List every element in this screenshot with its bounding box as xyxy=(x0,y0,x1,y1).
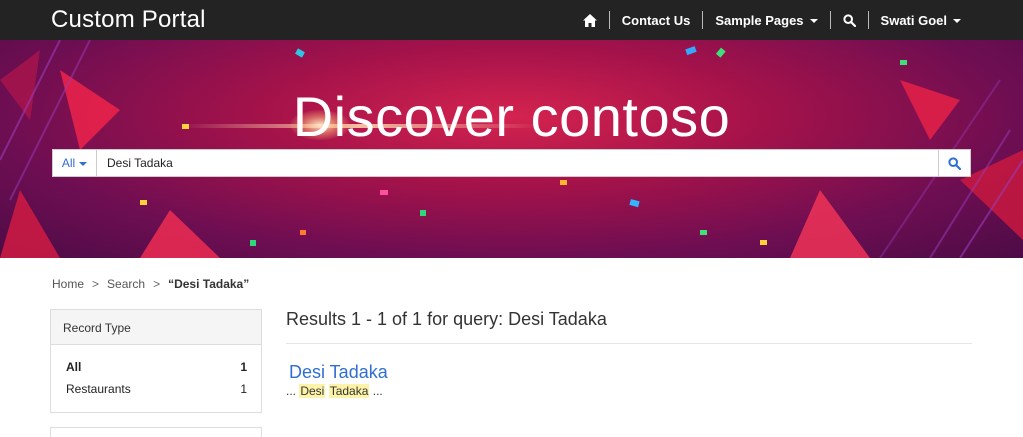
results-summary: Results 1 - 1 of 1 for query: Desi Tadak… xyxy=(286,309,607,329)
brand-title[interactable]: Custom Portal xyxy=(51,6,206,34)
user-name: Swati Goel xyxy=(880,12,947,28)
contact-us-link[interactable]: Contact Us xyxy=(610,0,703,40)
search-icon xyxy=(842,13,856,27)
chevron-down-icon xyxy=(953,18,961,23)
top-navbar: Custom Portal Contact Us Sample Pages Sw… xyxy=(0,0,1023,40)
facet-item-count: 1 xyxy=(240,360,247,374)
snippet-suffix: ... xyxy=(369,384,383,398)
secondary-facet-panel xyxy=(50,427,262,437)
search-filter-dropdown[interactable]: All xyxy=(53,150,97,176)
home-link[interactable] xyxy=(571,0,609,40)
breadcrumb-home[interactable]: Home xyxy=(52,277,84,291)
sample-pages-label: Sample Pages xyxy=(715,12,804,28)
result-snippet: ... Desi Tadaka ... xyxy=(286,384,383,398)
breadcrumb: Home > Search > “Desi Tadaka” xyxy=(52,277,249,291)
search-input[interactable] xyxy=(97,150,938,176)
search-submit-button[interactable] xyxy=(938,150,970,176)
nav-search-button[interactable] xyxy=(831,0,868,40)
facet-title: Record Type xyxy=(51,310,261,345)
facet-item-label: Restaurants xyxy=(66,382,131,396)
facet-item-count: 1 xyxy=(240,382,247,396)
facet-item-all[interactable]: All 1 xyxy=(51,360,261,382)
sample-pages-dropdown[interactable]: Sample Pages xyxy=(703,0,829,40)
home-icon xyxy=(582,13,597,27)
breadcrumb-separator: > xyxy=(153,277,161,291)
snippet-prefix: ... xyxy=(286,384,300,398)
search-icon xyxy=(948,156,961,170)
chevron-down-icon xyxy=(809,18,818,23)
chevron-down-icon xyxy=(79,161,88,166)
search-filter-label: All xyxy=(61,156,76,170)
search-bar: All xyxy=(52,149,971,177)
snippet-highlight: Desi xyxy=(299,384,326,398)
hero-banner: Discover contoso All xyxy=(0,40,1023,258)
breadcrumb-search[interactable]: Search xyxy=(107,277,145,291)
hero-title: Discover contoso xyxy=(292,85,731,148)
snippet-highlight: Tadaka xyxy=(328,384,370,398)
nav-menu: Contact Us Sample Pages Swati Goel xyxy=(571,0,973,40)
facet-item-restaurants[interactable]: Restaurants 1 xyxy=(51,382,261,404)
result-title-link[interactable]: Desi Tadaka xyxy=(289,362,388,383)
user-menu-dropdown[interactable]: Swati Goel xyxy=(869,0,973,40)
facet-item-label: All xyxy=(66,360,82,374)
record-type-facet: Record Type All 1 Restaurants 1 xyxy=(50,309,262,413)
breadcrumb-current: “Desi Tadaka” xyxy=(168,277,250,291)
results-divider xyxy=(286,343,972,344)
breadcrumb-separator: > xyxy=(92,277,100,291)
